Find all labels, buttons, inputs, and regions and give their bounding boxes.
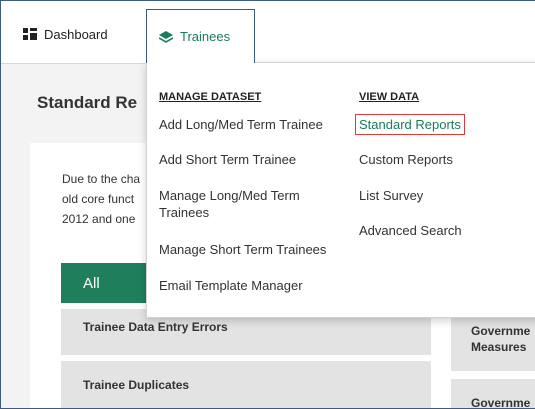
- menu-add-long-med-term-trainee[interactable]: Add Long/Med Term Trainee: [159, 116, 323, 133]
- intro-line: Due to the cha: [62, 172, 141, 186]
- report-government-measures[interactable]: Governme Measures: [451, 311, 535, 371]
- menu-manage-long-med-term-trainees[interactable]: Manage Long/Med Term Trainees: [159, 187, 339, 221]
- report-label-line: Measures: [471, 340, 527, 354]
- trainees-dropdown-menu: MANAGE DATASET Add Long/Med Term Trainee…: [146, 62, 535, 318]
- menu-custom-reports[interactable]: Custom Reports: [359, 151, 453, 168]
- dashboard-grid-icon: [23, 28, 37, 40]
- menu-manage-short-term-trainees[interactable]: Manage Short Term Trainees: [159, 241, 326, 258]
- nav-dashboard[interactable]: Dashboard: [23, 9, 141, 59]
- nav-dashboard-label: Dashboard: [44, 26, 108, 42]
- report-label-line: Governme: [471, 324, 531, 338]
- intro-text: Due to the cha old core funct 2012 and o…: [62, 169, 152, 229]
- menu-list-survey[interactable]: List Survey: [359, 187, 423, 204]
- app-frame: Dashboard Trainees Standard Re Due to th…: [0, 0, 535, 409]
- view-data-heading: VIEW DATA: [359, 91, 420, 103]
- report-trainee-duplicates[interactable]: Trainee Duplicates: [61, 361, 431, 408]
- page-title: Standard Re: [37, 93, 138, 112]
- menu-standard-reports[interactable]: Standard Reports: [355, 114, 465, 135]
- intro-line: old core funct: [62, 192, 135, 206]
- report-government[interactable]: Governme: [451, 379, 535, 408]
- menu-email-template-manager[interactable]: Email Template Manager: [159, 277, 303, 294]
- layers-icon: [159, 30, 173, 43]
- intro-line: 2012 and one: [62, 212, 136, 226]
- nav-trainees-label: Trainees: [180, 29, 231, 44]
- manage-dataset-heading: MANAGE DATASET: [159, 91, 262, 103]
- top-navbar: Dashboard Trainees: [1, 1, 535, 64]
- menu-advanced-search[interactable]: Advanced Search: [359, 222, 462, 239]
- nav-trainees[interactable]: Trainees: [146, 9, 255, 63]
- menu-add-short-term-trainee[interactable]: Add Short Term Trainee: [159, 151, 296, 168]
